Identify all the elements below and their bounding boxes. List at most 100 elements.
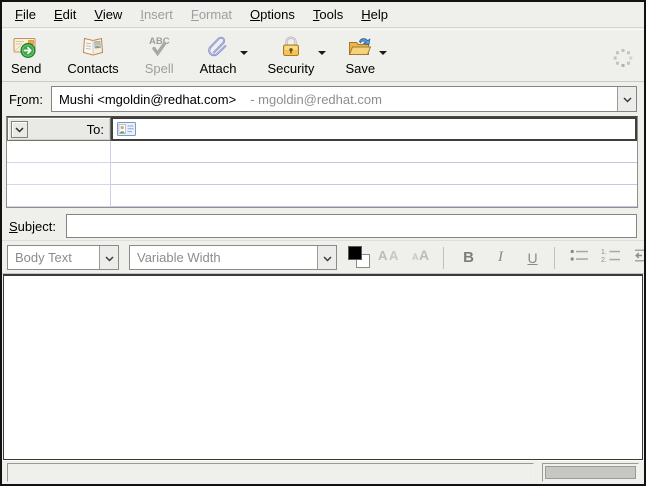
subject-label: Subject: [9,219,56,234]
send-button-label: Send [11,61,41,76]
contacts-button[interactable]: Contacts [60,32,125,76]
compose-window: FileEditViewInsertFormatOptionsToolsHelp… [0,0,646,486]
recipient-type-button[interactable]: To: [7,117,111,141]
chevron-down-icon [105,249,114,267]
menu-file[interactable]: File [6,2,45,27]
bullet-list-button[interactable] [565,245,594,271]
menu-edit[interactable]: Edit [45,2,85,27]
send-icon [13,34,39,60]
address-type-cell-empty[interactable] [7,185,111,207]
format-toolbar: Body Text Variable Width A [2,240,644,274]
address-row-empty [7,141,637,163]
status-bar [2,460,644,484]
address-row-empty [7,185,637,207]
attach-button-face[interactable]: Attach [193,32,244,76]
menu-insert: Insert [131,2,182,27]
numbered-list-icon: 1. 2. [601,247,623,269]
subject-input[interactable] [66,214,637,238]
address-row-empty [7,163,637,185]
recipient-type-dropdown[interactable] [11,121,28,138]
save-icon [347,34,373,60]
toolbar-separator [443,247,444,269]
menu-help[interactable]: Help [352,2,397,27]
menu-bar: FileEditViewInsertFormatOptionsToolsHelp [2,2,644,28]
chevron-down-icon [623,90,632,108]
font-select-value: Variable Width [130,246,317,269]
attach-button[interactable]: Attach [193,32,249,76]
foreground-color-swatch[interactable] [348,246,362,260]
italic-icon: I [498,249,503,266]
bold-icon: B [463,249,474,266]
underline-button[interactable]: U [518,245,547,271]
address-empty-rows [7,141,637,207]
paragraph-style-dropdown[interactable] [99,246,118,269]
recipient-row: To: [7,117,637,141]
security-button-face[interactable]: Security [260,32,321,76]
security-dropdown-arrow[interactable] [318,51,326,55]
paragraph-style-select[interactable]: Body Text [7,245,119,270]
spell-button-label: Spell [145,61,174,76]
italic-button[interactable]: I [486,245,515,271]
underline-icon: U [527,250,537,266]
security-button-label: Security [267,61,314,76]
progress-bar [542,463,639,482]
address-type-cell-empty[interactable] [7,141,111,163]
attach-dropdown-arrow[interactable] [240,51,248,55]
contacts-button-face[interactable]: Contacts [60,32,125,76]
svg-text:1.: 1. [601,249,607,256]
save-button-label: Save [345,61,375,76]
decrease-font-icon: A A [377,245,403,270]
increase-font-icon: A A [409,245,435,270]
save-dropdown-arrow[interactable] [379,51,387,55]
send-button-face[interactable]: Send [4,32,48,76]
svg-text:A: A [389,248,399,263]
save-button-face[interactable]: Save [338,32,382,76]
save-button[interactable]: Save [338,32,387,76]
bold-button[interactable]: B [454,245,483,271]
progress-bar-fill [545,466,636,479]
increase-font-button: A A [407,245,436,271]
bullet-list-icon [569,247,591,269]
recipient-type-label: To: [87,122,107,137]
from-identity-text: Mushi <mgoldin@redhat.com> - mgoldin@red… [52,87,617,111]
subject-row: Subject: [2,212,644,240]
address-value-cell-empty[interactable] [111,185,637,207]
attach-button-label: Attach [200,61,237,76]
outdent-button[interactable] [629,245,646,271]
send-button[interactable]: Send [4,32,48,76]
address-type-cell-empty[interactable] [7,163,111,185]
text-color-picker[interactable] [348,246,372,270]
contact-card-icon [117,122,136,136]
svg-text:A: A [419,247,429,263]
spell-button-face: ABC Spell [138,32,181,76]
address-value-cell-empty[interactable] [111,163,637,185]
from-row: From: Mushi <mgoldin@redhat.com> - mgold… [2,84,644,114]
numbered-list-button[interactable]: 1. 2. [597,245,626,271]
svg-text:ABC: ABC [149,36,170,47]
attach-icon [205,34,231,60]
font-select-dropdown[interactable] [317,246,336,269]
contacts-icon [80,34,106,60]
from-dropdown-button[interactable] [617,87,636,111]
menu-tools[interactable]: Tools [304,2,352,27]
svg-text:A: A [412,252,419,262]
status-message [7,463,534,482]
spell-button: ABC Spell [138,32,181,76]
address-value-cell-empty[interactable] [111,141,637,163]
message-body[interactable] [3,274,643,460]
paragraph-style-value: Body Text [8,246,99,269]
menu-format: Format [182,2,241,27]
throbber-icon [612,47,634,69]
svg-text:A: A [378,248,388,263]
menu-view[interactable]: View [85,2,131,27]
security-button[interactable]: Security [260,32,326,76]
menu-options[interactable]: Options [241,2,304,27]
contacts-button-label: Contacts [67,61,118,76]
from-identity-select[interactable]: Mushi <mgoldin@redhat.com> - mgoldin@red… [51,86,637,112]
addressing-area: To: [6,116,638,208]
chevron-down-icon [323,249,332,267]
main-toolbar: Send Contacts ABC Spell Attach Security Save [2,29,644,82]
font-select[interactable]: Variable Width [129,245,337,270]
recipient-input[interactable] [111,117,637,141]
from-label: From: [9,92,43,107]
